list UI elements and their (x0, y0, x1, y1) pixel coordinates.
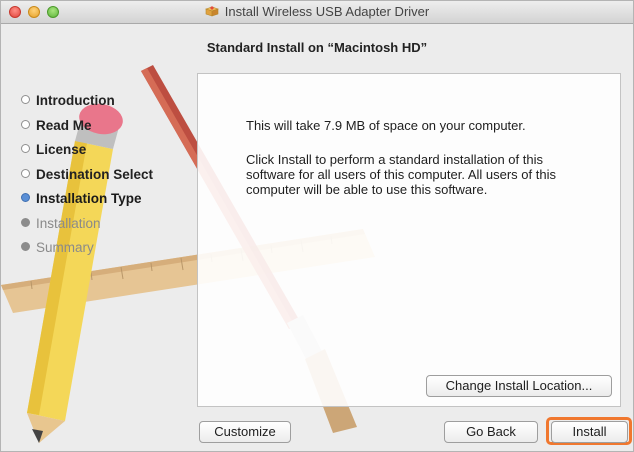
step-label: Introduction (36, 93, 115, 108)
step-bullet-icon (21, 242, 30, 251)
installer-window: Install Wireless USB Adapter Driver Stan… (0, 0, 634, 452)
window-title-group: Install Wireless USB Adapter Driver (1, 4, 633, 19)
step-destination-select: Destination Select (21, 167, 153, 192)
window-title: Install Wireless USB Adapter Driver (224, 4, 430, 19)
step-label: Installation Type (36, 191, 142, 206)
installer-steps-sidebar: Introduction Read Me License Destination… (21, 93, 153, 265)
title-bar[interactable]: Install Wireless USB Adapter Driver (1, 1, 633, 24)
customize-button[interactable]: Customize (199, 421, 291, 443)
step-read-me: Read Me (21, 118, 153, 143)
install-description-text: Click Install to perform a standard inst… (246, 152, 556, 197)
step-bullet-icon (21, 95, 30, 104)
step-introduction: Introduction (21, 93, 153, 118)
step-installation: Installation (21, 216, 153, 241)
step-bullet-icon (21, 144, 30, 153)
step-label: Read Me (36, 117, 92, 133)
step-installation-type: Installation Type (21, 191, 153, 216)
space-required-text: This will take 7.9 MB of space on your c… (246, 118, 526, 133)
content-pane: This will take 7.9 MB of space on your c… (197, 73, 621, 407)
step-label: Destination Select (36, 166, 154, 182)
step-label: Installation (36, 215, 101, 231)
install-button[interactable]: Install (551, 421, 628, 443)
pane-title: Standard Install on “Macintosh HD” (206, 40, 428, 55)
step-license: License (21, 142, 153, 167)
step-label: Summary (36, 240, 94, 255)
step-bullet-icon (21, 119, 30, 129)
package-icon (204, 6, 219, 17)
step-bullet-icon (21, 168, 30, 178)
step-summary: Summary (21, 240, 153, 265)
change-install-location-button[interactable]: Change Install Location... (426, 375, 612, 397)
current-step-bullet-icon (21, 193, 30, 202)
go-back-button[interactable]: Go Back (444, 421, 538, 443)
step-bullet-icon (21, 217, 30, 227)
step-label: License (36, 142, 87, 157)
